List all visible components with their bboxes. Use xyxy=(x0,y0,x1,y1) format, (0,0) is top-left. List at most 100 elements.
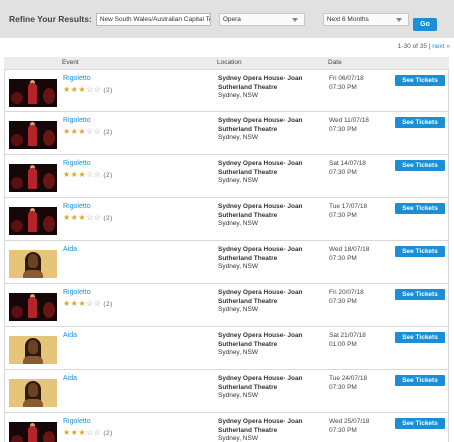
venue-theatre: Sutherland Theatre xyxy=(218,211,278,219)
table-row: Aida Sydney Opera House- Joan Sutherland T… xyxy=(4,327,449,370)
see-tickets-button[interactable]: See Tickets xyxy=(395,332,445,343)
event-thumbnail[interactable] xyxy=(9,422,57,442)
event-link[interactable]: Rigoletto xyxy=(63,117,91,124)
event-thumbnail[interactable] xyxy=(9,121,57,149)
star-icon: ☆ xyxy=(93,299,102,308)
results-list: Rigoletto ★★★☆☆ (2) Sydney Opera House- Joa… xyxy=(4,69,449,442)
event-day: Fri 06/07/18 xyxy=(329,75,364,82)
performer-face xyxy=(28,254,38,268)
see-tickets-button[interactable]: See Tickets xyxy=(395,246,445,257)
event-time: 07:30 PM xyxy=(329,211,357,219)
event-link[interactable]: Rigoletto xyxy=(63,160,91,167)
venue-city: Sydney, NSW xyxy=(218,392,258,399)
event-time: 07:30 PM xyxy=(329,83,357,91)
event-time: 07:30 PM xyxy=(329,254,357,262)
event-day: Tue 17/07/18 xyxy=(329,203,368,210)
rating-stars: ★★★☆☆ (2) xyxy=(63,428,113,437)
event-link[interactable]: Aida xyxy=(63,246,77,253)
event-location: Sydney Opera House- Joan Sutherland Theat… xyxy=(218,160,318,186)
chevron-down-icon xyxy=(395,17,402,22)
next-page-link[interactable]: next » xyxy=(432,43,450,50)
event-location: Sydney Opera House- Joan Sutherland Theat… xyxy=(218,75,318,101)
event-link[interactable]: Rigoletto xyxy=(63,75,91,82)
star-icon: ★ xyxy=(78,428,87,437)
event-thumbnail[interactable] xyxy=(9,336,57,364)
see-tickets-button[interactable]: See Tickets xyxy=(395,289,445,300)
event-location: Sydney Opera House- Joan Sutherland Theat… xyxy=(218,289,318,315)
event-link[interactable]: Rigoletto xyxy=(63,289,91,296)
refine-label: Refine Your Results: xyxy=(9,14,92,24)
genre-select-value: Opera xyxy=(222,15,241,23)
event-location: Sydney Opera House- Joan Sutherland Theat… xyxy=(218,203,318,229)
see-tickets-button[interactable]: See Tickets xyxy=(395,203,445,214)
review-count: (2) xyxy=(103,215,113,222)
see-tickets-button[interactable]: See Tickets xyxy=(395,160,445,171)
venue-theatre: Sutherland Theatre xyxy=(218,83,278,91)
review-count: (2) xyxy=(103,301,113,308)
venue-city: Sydney, NSW xyxy=(218,349,258,356)
performer-figure xyxy=(28,297,37,318)
event-time: 07:30 PM xyxy=(329,125,357,133)
venue-name: Sydney Opera House- Joan xyxy=(218,203,303,210)
venue-name: Sydney Opera House- Joan xyxy=(218,418,303,425)
table-row: Rigoletto ★★★☆☆ (2) Sydney Opera House- Joa… xyxy=(4,284,449,327)
review-count: (2) xyxy=(103,430,113,437)
rating-stars: ★★★☆☆ (2) xyxy=(63,213,113,222)
event-link[interactable]: Rigoletto xyxy=(63,418,91,425)
event-day: Tue 24/07/18 xyxy=(329,375,368,382)
event-thumbnail[interactable] xyxy=(9,207,57,235)
event-date: Wed 25/07/18 07:30 PM xyxy=(329,418,369,435)
star-icon: ☆ xyxy=(86,170,94,179)
star-icon: ☆ xyxy=(86,428,94,437)
star-icon: ☆ xyxy=(86,85,94,94)
event-date: Tue 17/07/18 07:30 PM xyxy=(329,203,367,220)
stage-light xyxy=(11,435,23,442)
performer-body xyxy=(23,356,43,364)
performer-face xyxy=(28,340,38,354)
table-row: Rigoletto ★★★☆☆ (2) Sydney Opera House- Joa… xyxy=(4,112,449,155)
go-button[interactable]: Go xyxy=(413,18,437,31)
stage-light xyxy=(43,88,55,104)
performer-figure xyxy=(28,211,37,232)
event-thumbnail[interactable] xyxy=(9,164,57,192)
event-thumbnail[interactable] xyxy=(9,250,57,278)
event-day: Wed 18/07/18 xyxy=(329,246,370,253)
performer-body xyxy=(23,399,43,407)
rating-stars: ★★★☆☆ (2) xyxy=(63,299,113,308)
event-link[interactable]: Aida xyxy=(63,332,77,339)
table-row: Rigoletto ★★★☆☆ (2) Sydney Opera House- Joa… xyxy=(4,69,449,112)
venue-theatre: Sutherland Theatre xyxy=(218,168,278,176)
period-select[interactable]: Next 6 Months xyxy=(322,12,409,26)
event-day: Wed 25/07/18 xyxy=(329,418,370,425)
event-link[interactable]: Aida xyxy=(63,375,77,382)
star-icon: ★ xyxy=(63,428,71,437)
event-location: Sydney Opera House- Joan Sutherland Theat… xyxy=(218,117,318,143)
venue-city: Sydney, NSW xyxy=(218,177,258,184)
see-tickets-button[interactable]: See Tickets xyxy=(395,375,445,386)
event-link[interactable]: Rigoletto xyxy=(63,203,91,210)
table-row: Rigoletto ★★★☆☆ (2) Sydney Opera House- Joa… xyxy=(4,413,449,442)
star-icon: ★ xyxy=(63,299,71,308)
stage-light xyxy=(11,306,23,318)
venue-theatre: Sutherland Theatre xyxy=(218,426,278,434)
event-time: 07:30 PM xyxy=(329,168,357,176)
see-tickets-button[interactable]: See Tickets xyxy=(395,418,445,429)
table-row: Rigoletto ★★★☆☆ (2) Sydney Opera House- Joa… xyxy=(4,155,449,198)
venue-city: Sydney, NSW xyxy=(218,92,258,99)
see-tickets-button[interactable]: See Tickets xyxy=(395,75,445,86)
event-date: Fri 20/07/18 07:30 PM xyxy=(329,289,364,306)
table-row: Aida Sydney Opera House- Joan Sutherland T… xyxy=(4,241,449,284)
stage-light xyxy=(43,216,55,232)
location-input[interactable]: New South Wales/Australian Capital Ter xyxy=(95,12,211,26)
event-thumbnail[interactable] xyxy=(9,379,57,407)
results-table-header: Event Location Date xyxy=(4,57,449,69)
event-thumbnail[interactable] xyxy=(9,293,57,321)
event-thumbnail[interactable] xyxy=(9,79,57,107)
see-tickets-button[interactable]: See Tickets xyxy=(395,117,445,128)
result-range: 1-30 of 35 xyxy=(397,43,427,50)
column-header-date: Date xyxy=(328,59,342,66)
star-icon: ★ xyxy=(78,170,87,179)
genre-select[interactable]: Opera xyxy=(218,12,305,26)
star-icon: ☆ xyxy=(93,127,102,136)
performer-body xyxy=(23,270,43,278)
